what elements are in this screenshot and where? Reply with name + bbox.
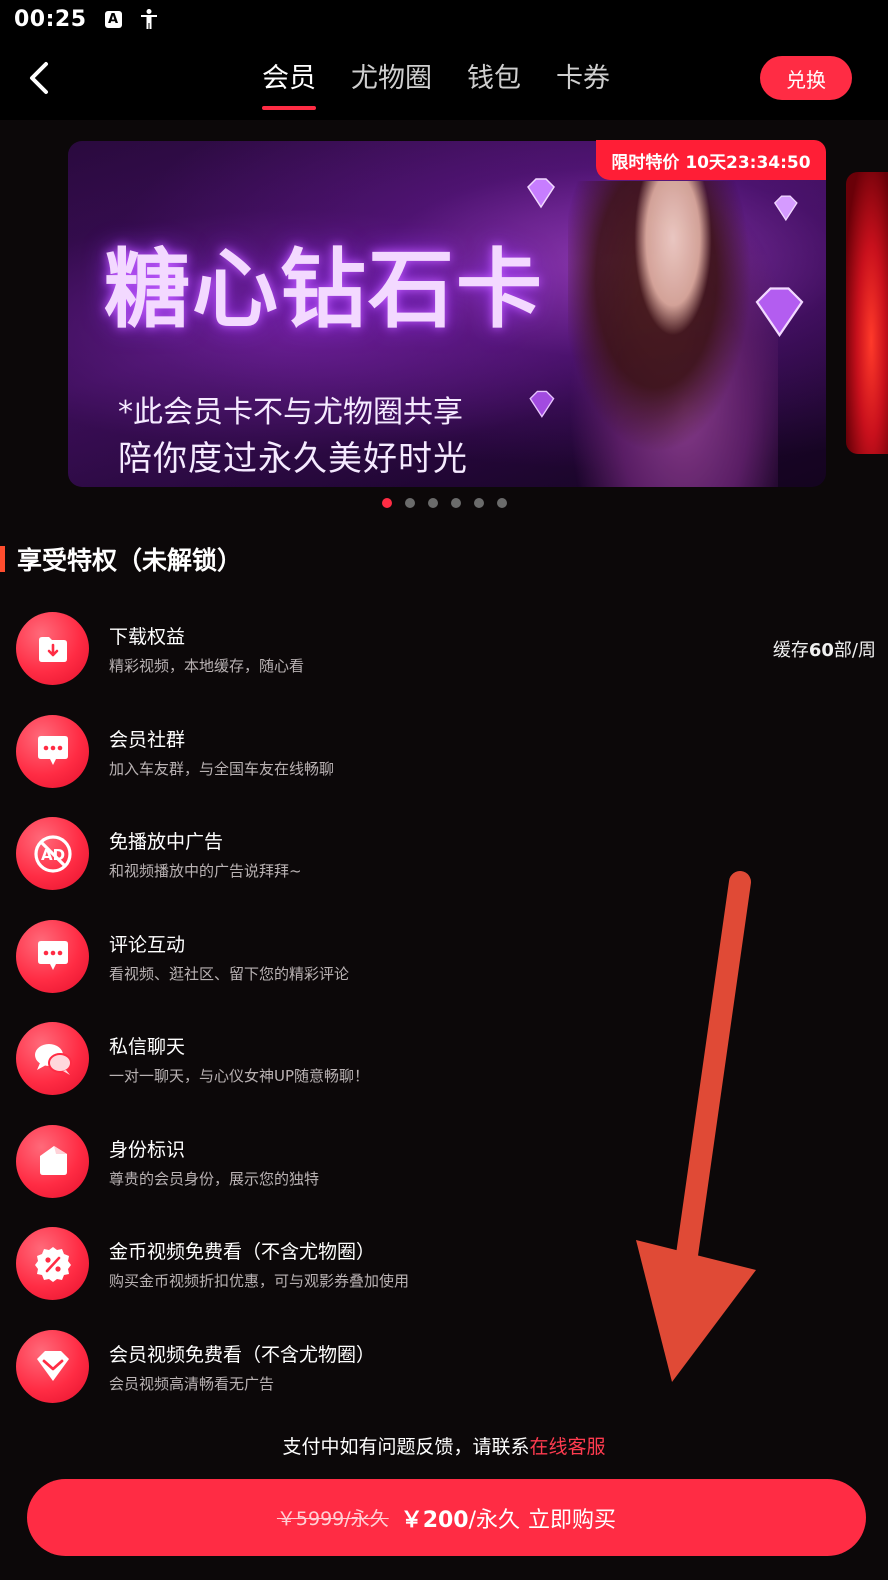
feature-desc: 精彩视频，本地缓存，随心看 [109,657,305,675]
carousel-dot[interactable] [428,498,438,508]
section-header: 享受特权（未解锁） [0,542,242,576]
privilege-list: 下载权益 精彩视频，本地缓存，随心看 缓存60部/周 会员社群 加入车友群，与全… [16,610,876,1430]
comment-icon [16,919,89,993]
identity-badge-icon [16,1124,89,1198]
feature-desc: 一对一聊天，与心仪女神UP随意畅聊！ [109,1067,370,1085]
promo-banner[interactable]: 糖心钻石卡 *此会员卡不与尤物圈共享 陪你度过永久美好时光 [68,141,826,487]
carousel-dot[interactable] [405,498,415,508]
tab-wallet[interactable]: 钱包 [467,60,521,110]
no-ad-icon: AD [16,817,89,890]
gem-icon [773,195,798,222]
feature-desc: 购买金币视频折扣优惠，可与观影券叠加使用 [109,1272,410,1290]
gem-icon [755,287,804,337]
sale-price: ￥200 [400,1507,469,1533]
coin-discount-icon [16,1227,89,1300]
diamond-icon [16,1329,89,1403]
gem-icon [527,178,555,209]
buy-action-label: 立即购买 [528,1507,617,1533]
private-message-icon [16,1022,89,1095]
chat-bubble-icon [16,714,89,788]
customer-service-link[interactable]: 在线客服 [530,1436,606,1458]
list-item: 会员视频免费看（不含尤物圈） 会员视频高清畅看无广告 [16,1328,876,1431]
tab-youwuquan[interactable]: 尤物圈 [351,60,432,110]
carousel-dot[interactable] [382,498,392,508]
list-item: 金币视频免费看（不含尤物圈） 购买金币视频折扣优惠，可与观影券叠加使用 [16,1225,876,1328]
feature-title: 评论互动 [109,933,186,956]
quota-value: 60 [808,640,834,661]
feature-title: 下载权益 [109,626,186,648]
feature-desc: 和视频播放中的广告说拜拜~ [109,862,302,880]
feature-title: 身份标识 [109,1138,186,1161]
feature-title: 金币视频免费看（不含尤物圈） [109,1241,376,1263]
download-folder-icon [16,612,89,685]
section-accent-bar [0,546,5,572]
list-item: 会员社群 加入车友群，与全国车友在线畅聊 [16,713,876,816]
carousel-dot[interactable] [474,498,484,508]
original-price: ￥5999/永久 [276,1508,389,1530]
tab-member[interactable]: 会员 [262,60,316,110]
feature-title: 免播放中广告 [109,831,224,853]
svg-text:AD: AD [40,846,64,864]
top-nav: 会员 尤物圈 钱包 卡券 兑换 [0,38,888,120]
list-item: 下载权益 精彩视频，本地缓存，随心看 缓存60部/周 [16,610,876,713]
feature-desc: 会员视频高清畅看无广告 [109,1374,275,1393]
feature-desc: 加入车友群，与全国车友在线畅聊 [109,759,335,778]
carousel-dot[interactable] [497,498,507,508]
exchange-button[interactable]: 兑换 [760,56,852,100]
banner-model-image [568,181,778,487]
list-item: AD 免播放中广告 和视频播放中的广告说拜拜~ [16,815,876,918]
quota-suffix: 部/周 [833,640,876,661]
help-text: 支付中如有问题反馈，请联系 [282,1436,530,1458]
accessibility-icon [140,9,157,29]
quota-prefix: 缓存 [772,640,809,661]
price-unit: /永久 [468,1507,521,1533]
carousel-dots [382,498,507,508]
feature-title: 私信聊天 [109,1036,186,1058]
banner-subtitle: *此会员卡不与尤物圈共享 [118,395,463,430]
banner-slogan: 陪你度过永久美好时光 [118,439,468,479]
feature-desc: 看视频、逛社区、留下您的精彩评论 [109,964,350,983]
feature-title: 会员社群 [109,728,186,751]
status-time: 00:25 [14,6,87,32]
list-item: 私信聊天 一对一聊天，与心仪女神UP随意畅聊！ [16,1020,876,1123]
buy-now-button[interactable]: ￥5999/永久 ￥200 /永久 立即购买 [27,1479,866,1556]
tab-coupons[interactable]: 卡券 [556,60,610,110]
carousel-dot[interactable] [451,498,461,508]
download-quota: 缓存60部/周 [773,636,876,662]
next-banner-peek[interactable] [846,172,888,454]
feature-title: 会员视频免费看（不含尤物圈） [109,1343,376,1366]
keyboard-a-icon: A [104,10,122,28]
limited-offer-tag: 限时特价 10天23:34:50 [596,140,826,180]
section-title: 享受特权（未解锁） [17,546,243,575]
status-bar: 00:25 A [0,0,888,38]
payment-help: 支付中如有问题反馈，请联系在线客服 [0,1432,888,1459]
back-arrow-icon[interactable] [22,58,62,98]
list-item: 评论互动 看视频、逛社区、留下您的精彩评论 [16,918,876,1021]
gem-icon [529,390,555,418]
feature-desc: 尊贵的会员身份，展示您的独特 [109,1169,320,1188]
banner-title: 糖心钻石卡 [104,239,544,340]
list-item: 身份标识 尊贵的会员身份，展示您的独特 [16,1123,876,1226]
tab-bar: 会员 尤物圈 钱包 卡券 [262,60,645,110]
